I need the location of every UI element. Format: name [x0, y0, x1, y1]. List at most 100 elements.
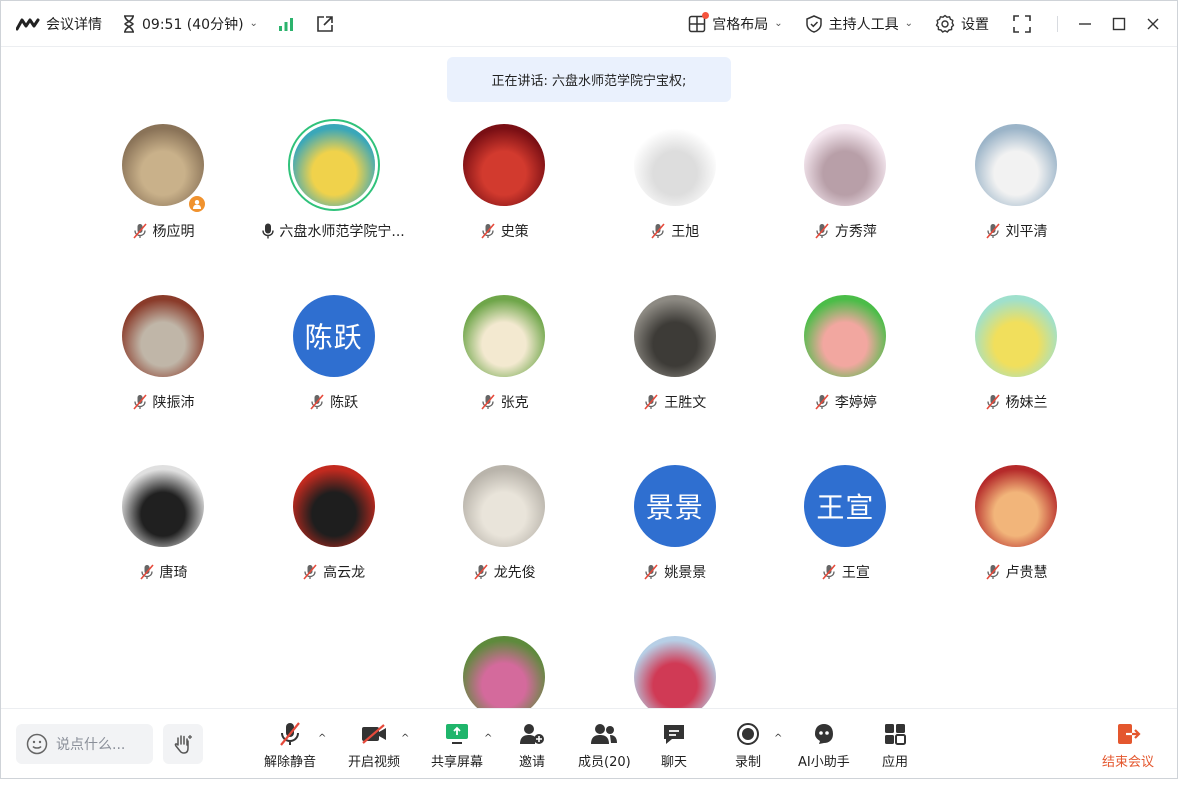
chevron-down-icon: ⌄	[904, 18, 913, 29]
invite-button[interactable]: 邀请	[519, 721, 545, 770]
avatar[interactable]	[633, 294, 716, 377]
start-video-button[interactable]: 开启视频	[348, 721, 400, 770]
minimize-icon[interactable]	[1078, 17, 1092, 31]
record-button[interactable]: 录制	[735, 721, 761, 770]
mic-muted-icon	[278, 721, 302, 747]
avatar[interactable]	[122, 465, 204, 547]
add-user-icon	[519, 723, 545, 745]
avatar[interactable]	[975, 465, 1057, 547]
chat-button[interactable]: 聊天	[661, 721, 687, 770]
mic-muted-icon	[643, 393, 659, 410]
popout-icon[interactable]	[316, 15, 334, 33]
participant-tile[interactable]: 卢贵慧	[931, 459, 1101, 629]
avatar[interactable]	[292, 465, 375, 547]
ai-assistant-button[interactable]: AI小助手	[798, 721, 850, 770]
signal-strength-icon[interactable]	[278, 17, 294, 31]
apps-button[interactable]: 应用	[882, 721, 908, 770]
meeting-details-button[interactable]: 会议详情	[16, 14, 102, 34]
participant-name-row: 龙先俊	[419, 562, 589, 582]
raise-hand-icon	[172, 733, 194, 755]
chevron-up-icon[interactable]: ^	[318, 733, 326, 744]
participant-tile[interactable]: 高云龙	[249, 459, 419, 629]
avatar[interactable]	[463, 294, 546, 377]
participant-tile[interactable]: 杨应明	[78, 118, 248, 288]
mic-muted-icon	[985, 393, 1001, 410]
avatar[interactable]	[633, 635, 716, 718]
maximize-icon[interactable]	[1112, 17, 1126, 31]
participant-name: 杨应明	[152, 224, 195, 240]
chevron-up-icon[interactable]: ^	[401, 733, 409, 744]
avatar[interactable]: 王宣	[804, 465, 887, 547]
participant-tile[interactable]: 张克	[419, 289, 589, 459]
layout-button[interactable]: 宫格布局 ⌄	[688, 11, 783, 34]
end-meeting-button[interactable]: 结束会议	[1102, 721, 1154, 770]
participant-tile[interactable]: 王胜文	[590, 289, 760, 459]
share-screen-button[interactable]: 共享屏幕	[431, 721, 483, 770]
quick-chat-input[interactable]: 说点什么...	[16, 724, 153, 764]
avatar[interactable]: 景景	[633, 465, 716, 547]
mic-muted-icon	[985, 223, 1001, 239]
avatar[interactable]	[292, 124, 375, 206]
hourglass-icon	[122, 14, 136, 33]
close-icon[interactable]	[1146, 17, 1160, 31]
participant-name-row: 王旭	[590, 221, 760, 241]
avatar[interactable]: 陈跃	[292, 294, 375, 377]
mic-muted-icon	[480, 223, 496, 239]
timer-button[interactable]: 09:51 (40分钟) ⌄	[122, 14, 258, 34]
participant-tile[interactable]: 方秀萍	[760, 118, 930, 288]
participant-tile[interactable]: 杨妹兰	[931, 289, 1101, 459]
participant-name: 王胜文	[664, 394, 707, 411]
participant-tile[interactable]: 王宣 王宣	[760, 459, 930, 629]
participant-tile[interactable]: 刘平清	[931, 118, 1101, 288]
participant-name: 方秀萍	[834, 224, 877, 240]
start-video-label: 开启视频	[348, 755, 401, 770]
avatar[interactable]	[975, 124, 1057, 206]
participant-name-row: 卢贵慧	[931, 562, 1101, 582]
avatar[interactable]	[122, 124, 204, 206]
settings-button[interactable]: 设置	[935, 14, 989, 34]
invite-label: 邀请	[519, 755, 546, 770]
participant-name: 姚景景	[664, 565, 707, 581]
unmute-label: 解除静音	[264, 755, 317, 770]
participant-tile[interactable]: 李婷婷	[760, 289, 930, 459]
participant-tile[interactable]: 陈跃 陈跃	[249, 289, 419, 459]
avatar[interactable]	[122, 294, 204, 377]
mic-muted-icon	[650, 223, 666, 239]
raise-hand-button[interactable]	[163, 724, 203, 764]
participant-tile[interactable]: 史策	[419, 118, 589, 288]
participant-name-row: 唐琦	[78, 562, 248, 582]
mic-icon	[262, 223, 275, 239]
participant-tile[interactable]: 六盘水师范学院宁...	[249, 118, 419, 288]
apps-icon	[883, 722, 907, 746]
avatar[interactable]	[463, 465, 546, 547]
participant-tile[interactable]: 龙先俊	[419, 459, 589, 629]
host-tools-button[interactable]: 主持人工具 ⌄	[805, 14, 913, 34]
participant-tile[interactable]: 唐琦	[78, 459, 248, 629]
chat-label: 聊天	[661, 755, 688, 770]
participant-name-row: 王宣	[760, 562, 930, 582]
participant-name-row: 杨妹兰	[931, 392, 1101, 412]
participant-name: 六盘水师范学院宁...	[279, 224, 405, 240]
participant-name-row: 王胜文	[590, 392, 760, 412]
members-button[interactable]: 成员(20)	[578, 721, 631, 770]
avatar[interactable]	[463, 124, 546, 206]
participant-name: 李婷婷	[834, 394, 877, 411]
participant-name: 王宣	[841, 565, 870, 581]
fullscreen-icon[interactable]	[1013, 14, 1031, 33]
avatar[interactable]	[804, 294, 887, 377]
chevron-up-icon[interactable]: ^	[774, 733, 782, 744]
emoji-icon[interactable]	[26, 733, 48, 755]
grid-layout-icon	[688, 11, 710, 33]
avatar[interactable]	[804, 124, 887, 206]
participant-tile[interactable]: 王旭	[590, 118, 760, 288]
avatar[interactable]	[975, 294, 1057, 377]
avatar[interactable]	[633, 124, 716, 206]
participant-tile[interactable]: 陕振沛	[78, 289, 248, 459]
participant-tile[interactable]: 景景姚景景	[590, 459, 760, 629]
share-screen-icon	[444, 722, 470, 746]
record-label: 录制	[735, 755, 762, 770]
chevron-up-icon[interactable]: ^	[484, 733, 492, 744]
unmute-button[interactable]: 解除静音	[264, 721, 316, 770]
mic-muted-icon	[821, 564, 837, 580]
avatar[interactable]	[463, 635, 546, 718]
